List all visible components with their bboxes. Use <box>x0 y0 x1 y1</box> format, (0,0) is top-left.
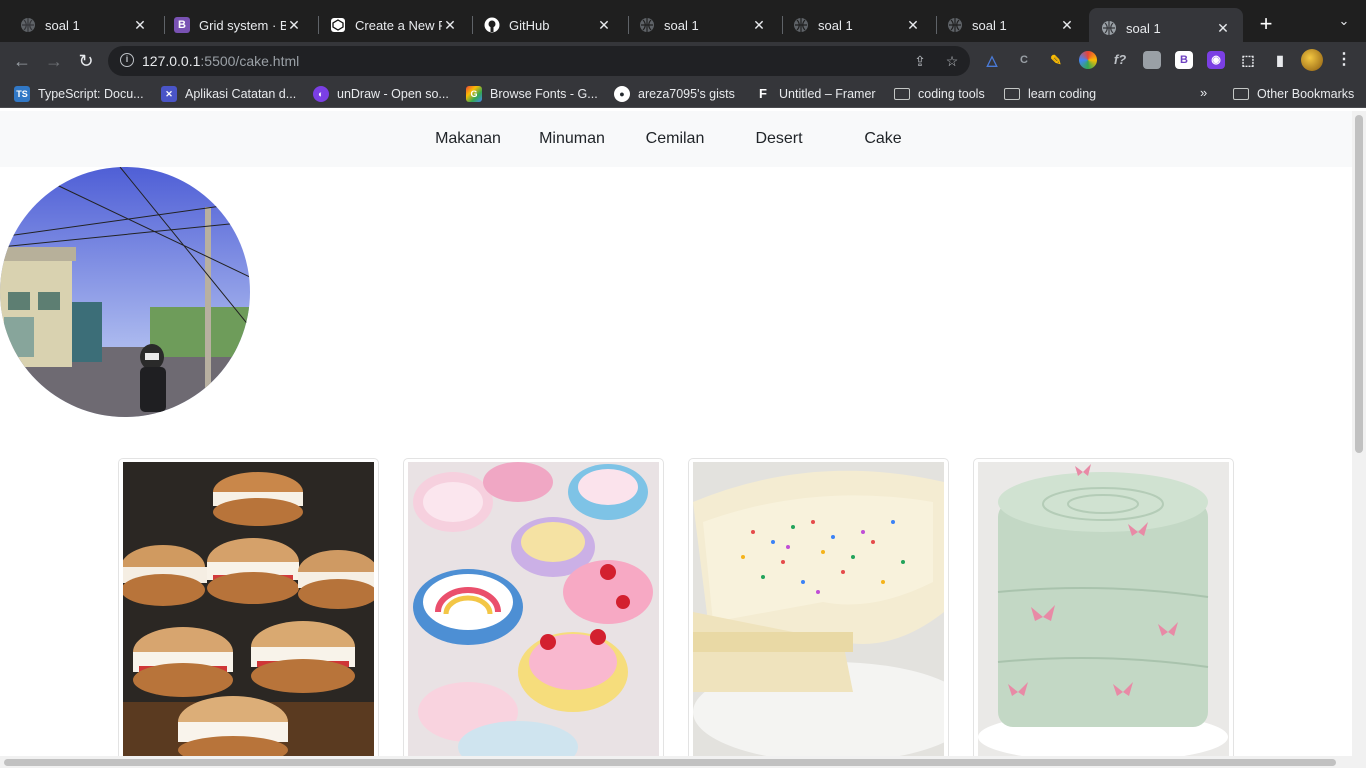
back-button[interactable]: ← <box>11 50 33 72</box>
tab-title: Grid system · Bootstrap <box>199 17 286 33</box>
site-info-icon[interactable]: i <box>120 53 134 67</box>
color-picker-icon[interactable] <box>1079 51 1097 69</box>
tab-3[interactable]: Create a New Pen ✕ <box>318 8 470 42</box>
github-icon: ● <box>614 86 630 102</box>
nav-link-makanan[interactable]: Makanan <box>423 130 513 148</box>
nav-link-minuman[interactable]: Minuman <box>527 130 617 148</box>
extension-square-icon[interactable] <box>1143 51 1161 69</box>
bookmark-item[interactable]: ◐ unDraw - Open so... <box>313 85 449 103</box>
undraw-icon: ◐ <box>313 86 329 102</box>
tab-title: GitHub <box>509 17 550 33</box>
folder-icon <box>1233 88 1249 100</box>
bookmark-item[interactable]: G Browse Fonts - G... <box>466 85 598 103</box>
new-tab-button[interactable]: + <box>1256 12 1276 36</box>
close-icon[interactable]: ✕ <box>751 17 767 34</box>
scrollbar-thumb[interactable] <box>4 759 1336 766</box>
extension-c-icon[interactable]: C <box>1015 51 1033 69</box>
cake-card[interactable] <box>688 458 949 756</box>
profile-photo <box>0 167 250 417</box>
notes-app-icon: ✕ <box>161 86 177 102</box>
nav-link-desert[interactable]: Desert <box>734 130 824 148</box>
profile-avatar[interactable] <box>1301 49 1323 71</box>
tab-title: soal 1 <box>45 17 80 33</box>
globe-icon <box>639 17 655 33</box>
scrollbar-thumb[interactable] <box>1355 115 1363 453</box>
globe-icon <box>20 17 36 33</box>
tab-strip: soal 1 ✕ B Grid system · Bootstrap ✕ Cre… <box>0 0 1366 48</box>
bookmark-item[interactable]: ● areza7095's gists <box>614 85 735 103</box>
cake-image-funfetti <box>693 462 944 756</box>
close-icon[interactable]: ✕ <box>596 17 612 34</box>
bookmark-folder[interactable]: learn coding <box>1004 85 1096 103</box>
cake-image-butterfly <box>978 462 1229 756</box>
forward-button[interactable]: → <box>43 50 65 72</box>
cake-card[interactable] <box>403 458 664 756</box>
globe-icon <box>793 17 809 33</box>
url-text[interactable]: 127.0.0.1:5500/cake.html <box>142 53 299 69</box>
bookmark-folder[interactable]: coding tools <box>894 85 985 103</box>
close-icon[interactable]: ✕ <box>1215 20 1231 37</box>
close-icon[interactable]: ✕ <box>905 17 921 34</box>
extension-badge-icon[interactable]: ◉ <box>1207 51 1225 69</box>
highlighter-icon[interactable]: ✎ <box>1047 51 1065 69</box>
side-panel-icon[interactable]: ▮ <box>1271 51 1289 69</box>
bookmark-item[interactable]: F Untitled – Framer <box>755 85 876 103</box>
tab-title: soal 1 <box>664 17 699 33</box>
page-viewport: Makanan Minuman Cemilan Desert Cake <box>0 111 1352 756</box>
vertical-scrollbar[interactable] <box>1352 111 1366 756</box>
category-navbar: Makanan Minuman Cemilan Desert Cake <box>0 111 1352 167</box>
close-icon[interactable]: ✕ <box>132 17 148 34</box>
extension-triangle-icon[interactable]: △ <box>983 51 1001 69</box>
cake-card[interactable] <box>118 458 379 756</box>
tab-5[interactable]: soal 1 ✕ <box>627 8 779 42</box>
framer-icon: F <box>759 86 767 101</box>
close-icon[interactable]: ✕ <box>286 17 302 34</box>
tab-title: soal 1 <box>818 17 853 33</box>
more-bookmarks-chevron-icon[interactable]: » <box>1200 85 1207 100</box>
horizontal-scrollbar[interactable] <box>0 756 1366 768</box>
tab-2[interactable]: B Grid system · Bootstrap ✕ <box>162 8 314 42</box>
github-icon <box>484 17 500 33</box>
nav-link-cake[interactable]: Cake <box>838 130 928 148</box>
codepen-icon <box>330 17 346 33</box>
tab-search-chevron-icon[interactable]: ⌄ <box>1334 13 1354 35</box>
browser-toolbar: ← → ↻ i 127.0.0.1:5500/cake.html ⇪ ☆ △ C… <box>0 42 1366 80</box>
bootstrap-icon: B <box>174 17 190 33</box>
google-fonts-icon: G <box>466 86 482 102</box>
cake-image-donuts <box>123 462 374 756</box>
cake-image-mini-cakes <box>408 462 659 756</box>
tab-title: Create a New Pen <box>355 17 442 33</box>
tab-7[interactable]: soal 1 ✕ <box>935 8 1087 42</box>
menu-kebab-icon[interactable]: ⋮ <box>1335 51 1353 69</box>
tab-4[interactable]: GitHub ✕ <box>472 8 624 42</box>
puzzle-icon[interactable]: ⬚ <box>1239 51 1257 69</box>
bookmarks-bar: TS TypeScript: Docu... ✕ Aplikasi Catatan … <box>0 80 1366 108</box>
other-bookmarks-folder[interactable]: Other Bookmarks <box>1233 85 1354 103</box>
globe-icon <box>947 17 963 33</box>
bookmark-star-icon[interactable]: ☆ <box>944 53 960 69</box>
share-icon[interactable]: ⇪ <box>912 53 928 69</box>
close-icon[interactable]: ✕ <box>442 17 458 34</box>
nav-link-cemilan[interactable]: Cemilan <box>630 130 720 148</box>
tab-title: soal 1 <box>972 17 1007 33</box>
cake-card[interactable] <box>973 458 1234 756</box>
close-icon[interactable]: ✕ <box>1059 17 1075 34</box>
bootstrap-extension-icon[interactable]: B <box>1175 51 1193 69</box>
reload-button[interactable]: ↻ <box>75 50 97 72</box>
typescript-icon: TS <box>14 86 30 102</box>
folder-icon <box>1004 88 1020 100</box>
tab-1[interactable]: soal 1 ✕ <box>8 8 160 42</box>
address-bar[interactable]: i 127.0.0.1:5500/cake.html ⇪ ☆ <box>108 46 970 76</box>
folder-icon <box>894 88 910 100</box>
bookmark-item[interactable]: TS TypeScript: Docu... <box>14 85 144 103</box>
tab-6[interactable]: soal 1 ✕ <box>781 8 933 42</box>
globe-icon <box>1101 20 1117 36</box>
bookmark-item[interactable]: ✕ Aplikasi Catatan d... <box>161 85 296 103</box>
font-detector-icon[interactable]: f? <box>1111 51 1129 69</box>
tab-title: soal 1 <box>1126 20 1161 36</box>
